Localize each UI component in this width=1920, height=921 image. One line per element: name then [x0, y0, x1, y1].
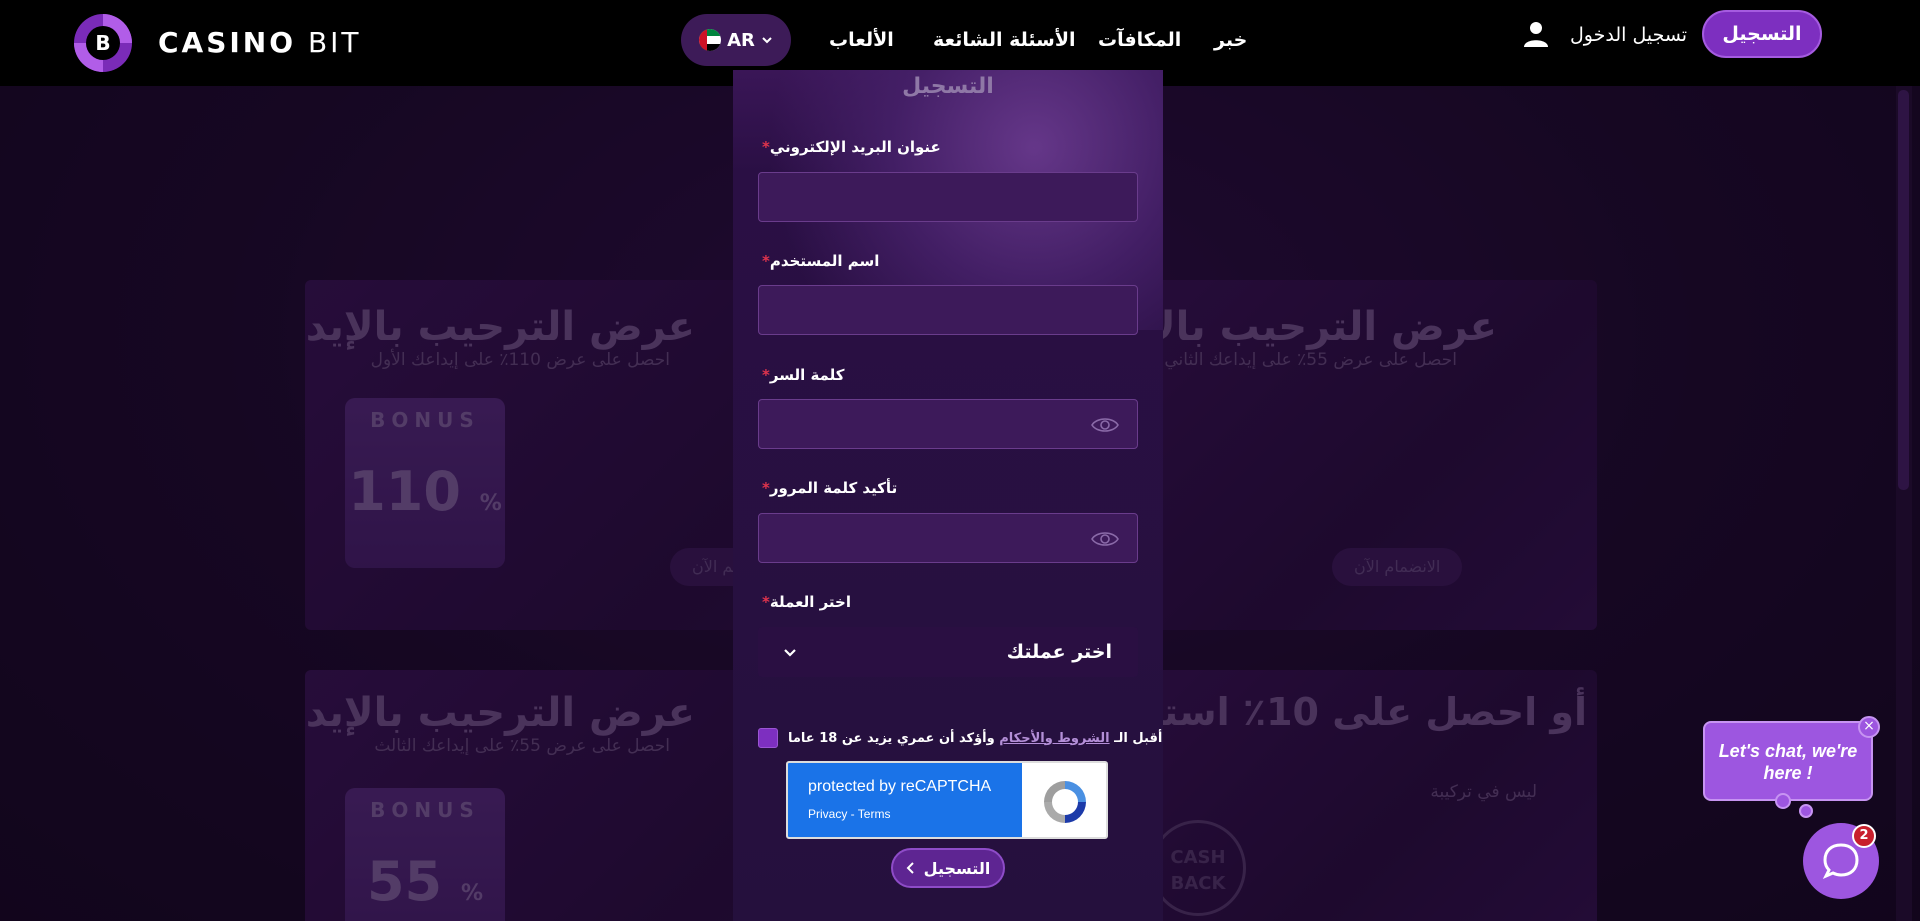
- submit-register-button[interactable]: التسجيل: [891, 848, 1005, 888]
- chat-close-icon[interactable]: ×: [1858, 716, 1880, 738]
- recaptcha-logo-icon: [1044, 781, 1086, 823]
- username-field[interactable]: [758, 285, 1138, 335]
- recaptcha-title: protected by reCAPTCHA: [808, 778, 992, 795]
- submit-label: التسجيل: [923, 858, 991, 878]
- username-label: اسم المستخدم*: [762, 252, 880, 270]
- chat-bubble-tail: [1775, 793, 1791, 809]
- nav-games[interactable]: الألعاب: [829, 29, 894, 51]
- currency-select[interactable]: اختر عملتك: [758, 627, 1138, 677]
- email-field[interactable]: [758, 172, 1138, 222]
- show-password-eye-icon[interactable]: [1091, 415, 1119, 435]
- svg-text:B: B: [95, 31, 110, 55]
- terms-text: .أقبل الـ الشروط والأحكام وأؤكد أن عمري …: [788, 730, 1163, 746]
- terms-row: .أقبل الـ الشروط والأحكام وأؤكد أن عمري …: [758, 726, 1163, 750]
- nav-bonuses[interactable]: المكافآت: [1098, 29, 1181, 51]
- recaptcha-info: protected by reCAPTCHA Privacy - Terms: [788, 763, 1022, 837]
- email-label: عنوان البريد الإلكتروني*: [762, 138, 941, 156]
- chevron-down-icon: [762, 37, 772, 44]
- registration-form: التسجيل عنوان البريد الإلكتروني* اسم الم…: [733, 70, 1163, 921]
- chat-unread-badge: 2: [1852, 824, 1876, 848]
- chevron-left-icon: [906, 862, 914, 874]
- user-icon[interactable]: [1522, 20, 1550, 48]
- casino-bit-logo-icon[interactable]: B: [72, 12, 134, 74]
- chevron-down-icon: [784, 649, 796, 657]
- currency-selected-value: اختر عملتك: [1006, 641, 1112, 663]
- recaptcha-links[interactable]: Privacy - Terms: [808, 807, 890, 821]
- form-title: التسجيل: [902, 74, 994, 99]
- chat-greeting-bubble[interactable]: Let's chat, we're here !: [1703, 721, 1873, 801]
- recaptcha-badge[interactable]: protected by reCAPTCHA Privacy - Terms: [786, 761, 1108, 839]
- password-label: كلمة السر*: [762, 366, 845, 384]
- scrollbar-thumb[interactable]: [1898, 90, 1909, 490]
- confirm-password-field[interactable]: [758, 513, 1138, 563]
- language-selector[interactable]: AR: [681, 14, 791, 66]
- terms-checkbox[interactable]: [758, 728, 778, 748]
- confirm-password-label: تأكيد كلمة المرور*: [762, 479, 898, 497]
- nav-faq[interactable]: الأسئلة الشائعة: [933, 29, 1076, 51]
- login-link[interactable]: تسجيل الدخول: [1570, 24, 1687, 46]
- header-register-button[interactable]: التسجيل: [1702, 10, 1822, 58]
- brand-name[interactable]: CASINO BIT: [158, 26, 362, 59]
- chat-icon: [1822, 843, 1859, 879]
- show-confirm-password-eye-icon[interactable]: [1091, 529, 1119, 549]
- uae-flag-icon: [699, 29, 722, 51]
- password-field[interactable]: [758, 399, 1138, 449]
- language-code: AR: [727, 29, 755, 51]
- chat-bubble-tail: [1799, 804, 1813, 818]
- nav-news[interactable]: خبر: [1214, 29, 1247, 51]
- currency-label: اختر العملة*: [762, 593, 852, 611]
- terms-link[interactable]: الشروط والأحكام: [999, 731, 1109, 746]
